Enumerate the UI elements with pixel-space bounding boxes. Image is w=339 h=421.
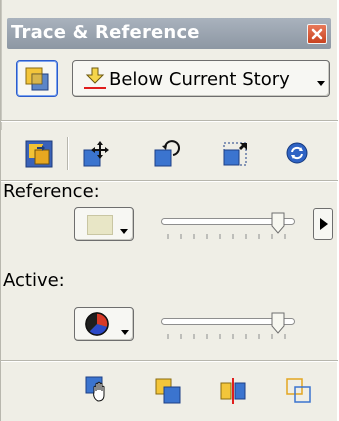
- layer-position-row: Below Current Story: [9, 60, 333, 102]
- hand-pan-icon: [85, 376, 105, 402]
- close-button[interactable]: [307, 24, 327, 44]
- slider-thumb[interactable]: [271, 312, 285, 334]
- split-view-icon: [220, 378, 246, 404]
- layer-stack-icon: [25, 67, 49, 91]
- slider-thumb[interactable]: [271, 212, 285, 234]
- active-color-button[interactable]: [74, 307, 134, 341]
- layer-stack-button[interactable]: [16, 60, 58, 97]
- scale-reference-icon: [223, 142, 247, 166]
- slider-ticks: [167, 334, 286, 339]
- layer-position-dropdown[interactable]: Below Current Story: [72, 60, 330, 97]
- color-wheel-icon: [85, 312, 109, 336]
- active-label: Active:: [3, 270, 65, 291]
- reset-reference-icon: [286, 142, 308, 164]
- chevron-down-icon: [120, 229, 128, 234]
- divider: [1, 121, 338, 122]
- chevron-down-icon: [317, 81, 325, 86]
- rotate-reference-icon: [154, 140, 180, 167]
- scale-reference-button[interactable]: [221, 140, 249, 168]
- pan-reference-button[interactable]: [84, 375, 112, 403]
- reference-color-button[interactable]: [74, 207, 134, 241]
- swap-layers-icon: [25, 140, 53, 168]
- reference-label: Reference:: [3, 181, 100, 202]
- panel-title: Trace & Reference: [11, 22, 200, 43]
- layer-position-label: Below Current Story: [109, 69, 290, 90]
- bring-forward-button[interactable]: [154, 377, 182, 405]
- trace-reference-panel: Trace & Reference Below Current Story Re…: [0, 0, 338, 421]
- close-icon: [311, 28, 323, 40]
- bring-forward-icon: [155, 378, 181, 404]
- reference-opacity-slider[interactable]: [161, 212, 301, 244]
- chevron-down-icon: [121, 330, 129, 335]
- play-right-icon: [320, 218, 328, 230]
- overlap-button[interactable]: [285, 377, 313, 405]
- split-view-button[interactable]: [219, 377, 247, 405]
- move-reference-icon: [83, 141, 109, 167]
- panel-title-bar[interactable]: Trace & Reference: [7, 18, 331, 49]
- arrow-down-red-line-icon: [84, 67, 106, 89]
- slider-ticks: [167, 234, 286, 239]
- reference-swatch: [87, 215, 113, 235]
- reference-menu-button[interactable]: [313, 208, 333, 240]
- move-reference-button[interactable]: [82, 140, 110, 168]
- swap-layers-button[interactable]: [25, 140, 53, 168]
- reset-reference-button[interactable]: [285, 141, 313, 169]
- rotate-reference-button[interactable]: [153, 140, 181, 168]
- divider: [1, 361, 338, 362]
- toolbar-separator: [68, 137, 69, 170]
- panel-divider: [1, 0, 2, 130]
- overlap-icon: [286, 378, 311, 403]
- active-opacity-slider[interactable]: [161, 312, 301, 344]
